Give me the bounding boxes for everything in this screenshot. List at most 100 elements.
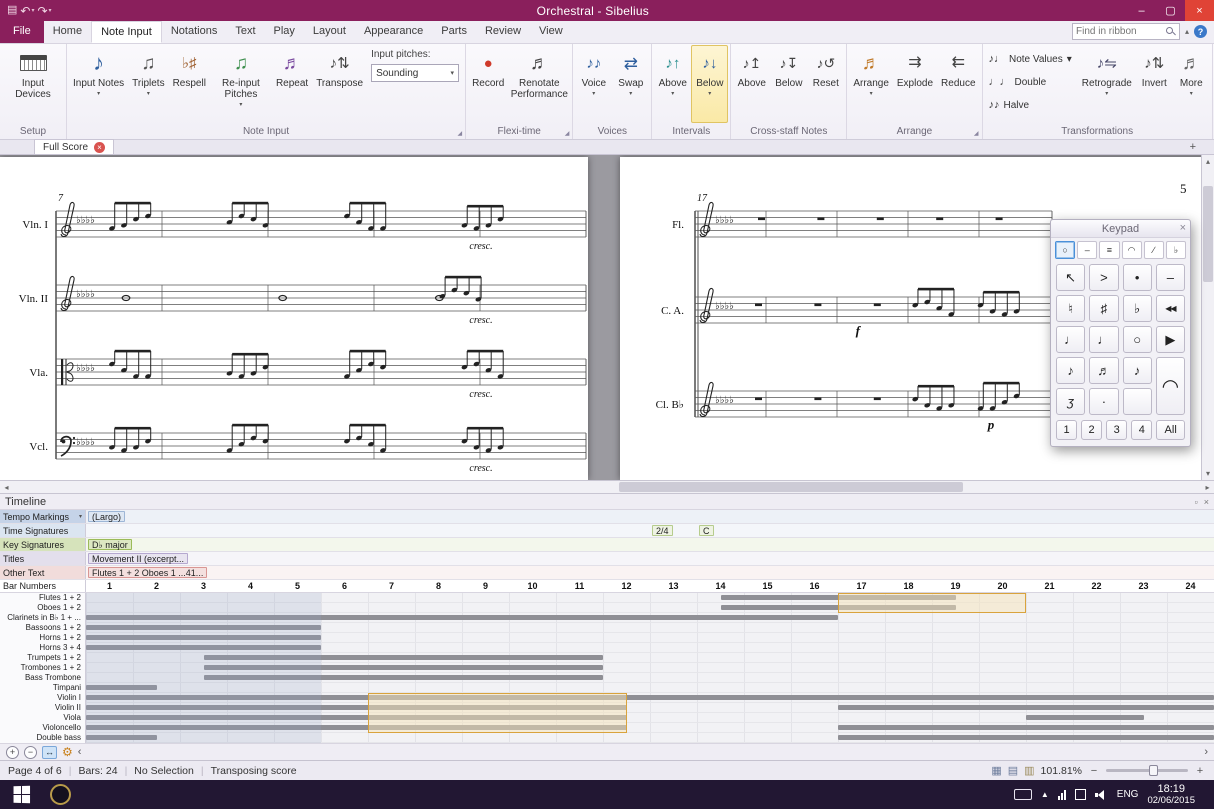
transpose-button[interactable]: ♪⇅ Transpose: [312, 45, 367, 123]
keypad-close-icon[interactable]: ×: [1180, 222, 1186, 234]
cursor-key[interactable]: ↖: [1056, 264, 1086, 291]
timeline-event[interactable]: D♭ major: [88, 539, 132, 550]
timeline-event[interactable]: Movement II (excerpt...: [88, 553, 189, 564]
tab-layout[interactable]: Layout: [304, 21, 355, 43]
respell-button[interactable]: ♭♯ Respell: [169, 45, 210, 123]
taskbar-clock[interactable]: 18:19 02/06/2015: [1147, 783, 1195, 806]
timeline-selection[interactable]: [368, 693, 627, 733]
timeline-scroll-right-icon[interactable]: ›: [1204, 746, 1208, 758]
keypad-tab-accidentals[interactable]: ♭: [1165, 241, 1187, 259]
redo-button[interactable]: ↷ ▾: [37, 5, 51, 17]
dot-key[interactable]: ·: [1089, 388, 1119, 415]
ribbon-search-input[interactable]: [1075, 26, 1166, 37]
tab-home[interactable]: Home: [44, 21, 91, 43]
voice-button[interactable]: ♪♪ Voice ▾: [575, 45, 612, 123]
zoom-slider-thumb[interactable]: [1148, 765, 1158, 776]
minimize-button[interactable]: –: [1127, 0, 1156, 21]
timeline-settings-gear-icon[interactable]: ⚙: [62, 745, 73, 759]
save-button[interactable]: ▤: [7, 5, 17, 16]
natural-key[interactable]: ♮: [1056, 295, 1086, 322]
zoom-slider[interactable]: [1106, 765, 1188, 776]
zoom-in-icon[interactable]: +: [1194, 765, 1206, 777]
dialog-launcher-icon[interactable]: ◢: [457, 130, 462, 137]
input-notes-button[interactable]: ♪ Input Notes ▾: [69, 45, 128, 123]
dialog-launcher-icon[interactable]: ◢: [565, 130, 570, 137]
input-pitches-select[interactable]: Sounding ▾: [371, 64, 460, 82]
horizontal-scroll-track[interactable]: [13, 481, 1201, 493]
keypad-tab-beams[interactable]: –: [1077, 241, 1098, 259]
tab-text[interactable]: Text: [226, 21, 264, 43]
below-button[interactable]: ♪↓ Below ▾: [691, 45, 729, 123]
keypad-tab-notes[interactable]: ○: [1055, 241, 1076, 259]
blank-key[interactable]: [1122, 388, 1152, 415]
tab-view[interactable]: View: [530, 21, 572, 43]
voice-key-4[interactable]: 4: [1131, 420, 1153, 440]
sixteenth-note-key[interactable]: ♬: [1089, 357, 1119, 384]
tray-expand-icon[interactable]: ▲: [1041, 790, 1049, 799]
sharp-key[interactable]: ♯: [1089, 295, 1119, 322]
score-horizontal-scrollbar[interactable]: ◂ ▸: [0, 480, 1214, 493]
touch-keyboard-icon[interactable]: [1013, 789, 1032, 800]
keypad-title-bar[interactable]: Keypad ×: [1051, 220, 1190, 238]
timeline-row-label[interactable]: Titles: [0, 552, 86, 565]
voice-key-3[interactable]: 3: [1106, 420, 1128, 440]
timeline-zoom-in-icon[interactable]: +: [6, 745, 19, 759]
timeline-dock-icon[interactable]: ▫: [1195, 497, 1198, 507]
timeline-event[interactable]: Flutes 1 + 2 Oboes 1 ...41...: [88, 567, 208, 578]
timeline-row-label[interactable]: Time Signatures: [0, 524, 86, 537]
timeline-event[interactable]: C: [699, 525, 714, 536]
voice-key-1[interactable]: 1: [1056, 420, 1078, 440]
timeline-close-icon[interactable]: ×: [1204, 497, 1209, 507]
score-vertical-scrollbar[interactable]: ▴ ▾: [1201, 155, 1214, 480]
close-button[interactable]: ×: [1185, 0, 1214, 21]
timeline-event[interactable]: 2/4: [652, 525, 673, 536]
thirtysecond-note-key[interactable]: ♪: [1122, 357, 1152, 384]
volume-icon[interactable]: [1094, 789, 1108, 801]
tenuto-key[interactable]: –: [1155, 264, 1185, 291]
scroll-down-icon[interactable]: ▾: [1206, 467, 1210, 480]
halve-button[interactable]: ♪♪ Halve: [985, 94, 1076, 117]
keypad-tab-articulations[interactable]: ◠: [1121, 241, 1142, 259]
timeline-row-label[interactable]: Tempo Markings ▾: [0, 510, 86, 523]
zoom-out-icon[interactable]: −: [1088, 765, 1100, 777]
voice-key-all[interactable]: All: [1156, 420, 1186, 440]
action-center-icon[interactable]: [1074, 789, 1086, 800]
language-indicator[interactable]: ENG: [1117, 789, 1139, 800]
horizontal-scroll-thumb[interactable]: [618, 482, 964, 492]
renotate-performance-button[interactable]: ♬ Renotate Performance: [508, 45, 570, 123]
view-mode-icon-2[interactable]: ▤: [1008, 764, 1018, 777]
timeline-row-label[interactable]: Key Signatures: [0, 538, 86, 551]
repeat-button[interactable]: ♬ Repeat: [272, 45, 312, 123]
double-button[interactable]: ♩♩ Double: [985, 71, 1076, 94]
vertical-scroll-thumb[interactable]: [1203, 185, 1213, 282]
dialog-launcher-icon[interactable]: ◢: [974, 130, 979, 137]
vertical-scroll-track[interactable]: [1202, 168, 1214, 467]
retrograde-button[interactable]: ♪⇋ Retrograde ▾: [1078, 45, 1136, 123]
tab-appearance[interactable]: Appearance: [355, 21, 432, 43]
ribbon-search-box[interactable]: [1071, 23, 1180, 40]
keypad-window[interactable]: Keypad × ○ – ≡ ◠ ∕ ♭ ↖ > • – ♮ ♯ ♭ ◀◀ ♩ ♩ ○ ▶ ♪ ♬ ♪ ◠ ʒ · 1234…: [1050, 219, 1191, 447]
record-button[interactable]: ● Record: [468, 45, 508, 123]
keypad-tab-rests[interactable]: ≡: [1099, 241, 1120, 259]
timeline-selection[interactable]: [838, 593, 1026, 613]
help-icon[interactable]: ?: [1194, 25, 1207, 38]
network-icon[interactable]: [1057, 789, 1066, 800]
reset-button[interactable]: ♪↺ Reset: [807, 45, 844, 123]
instrument-activity-bar[interactable]: [838, 735, 1214, 740]
timeline-fit-toggle-icon[interactable]: ↔: [42, 745, 57, 759]
invert-button[interactable]: ♪⇅ Invert: [1136, 45, 1173, 123]
swap-button[interactable]: ⇄ Swap ▾: [612, 45, 649, 123]
rewind-key[interactable]: ◀◀: [1155, 295, 1185, 322]
eighth-note-key[interactable]: ♪: [1056, 357, 1086, 384]
sibelius-taskbar-icon[interactable]: [50, 784, 71, 805]
new-tab-icon[interactable]: +: [1190, 141, 1196, 153]
whole-note-key[interactable]: ○: [1122, 326, 1152, 353]
timeline-event[interactable]: (Largo): [88, 511, 126, 522]
start-button[interactable]: [0, 780, 42, 809]
tie-key[interactable]: ◠: [1155, 357, 1185, 415]
tab-note-input[interactable]: Note Input: [91, 21, 162, 43]
close-tab-icon[interactable]: ×: [94, 141, 106, 153]
instrument-activity-bar[interactable]: [838, 705, 1214, 710]
collapse-ribbon-icon[interactable]: ▴: [1185, 27, 1189, 36]
maximize-button[interactable]: ▢: [1156, 0, 1185, 21]
